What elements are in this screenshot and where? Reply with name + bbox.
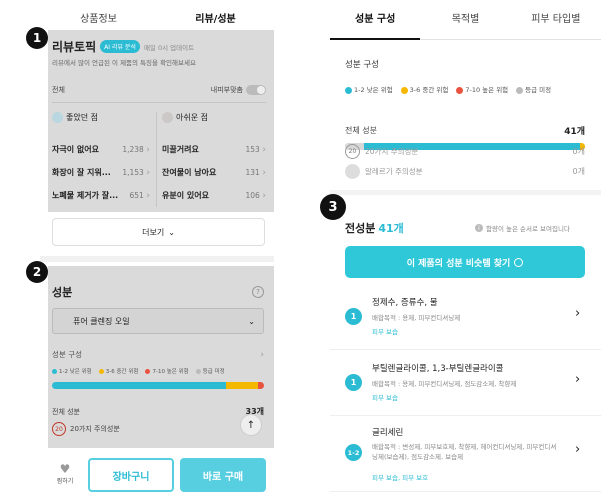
allergy-label: 알레르기 주의성분 — [365, 167, 423, 176]
list-item[interactable]: 1 정제수, 증류수, 물 배합목적 : 용제, 피부컨디셔닝제 피부 보습 › — [330, 284, 601, 350]
heart-icon: ♥ — [59, 462, 71, 476]
review-topic-title: 리뷰토픽 — [52, 40, 97, 54]
grade-badge: 1 — [345, 308, 362, 325]
more-button[interactable]: 더보기 ⌄ — [52, 218, 265, 246]
annotation-badge-3: 3 — [320, 194, 346, 220]
grade-badge: 1-2 — [345, 444, 362, 461]
bad-label: 아쉬운 점 — [176, 113, 208, 122]
good-label: 좋았던 점 — [66, 113, 98, 122]
ingredient-name: 부틸렌글라이콜, 1,3-부틸렌글라이콜 — [372, 364, 504, 374]
right-tab-bar: 성분 구성 목적별 피부 타입별 — [330, 0, 601, 40]
chevron-right-icon: › — [575, 372, 581, 387]
update-note: 매일 0시 업데이트 — [143, 43, 195, 52]
left-composition-bar — [52, 382, 264, 389]
good-item[interactable]: 자극이 없어요 1,238 › — [52, 138, 150, 161]
right-total-count: 41개 — [564, 127, 585, 137]
search-icon — [514, 257, 524, 267]
list-item[interactable]: 1-2 글리세린 배합목적 : 변성제, 피부보호제, 착향제, 헤어컨디셔닝제… — [330, 416, 601, 492]
allergy-icon — [345, 164, 360, 179]
ingredient-purpose: 배합목적 : 변성제, 피부보호제, 착향제, 헤어컨디셔닝제, 피부컨디셔닝제… — [372, 443, 557, 461]
left-panel: 상품정보 리뷰/성분 리뷰토픽 AI 리뷰 분석 매일 0시 업데이트 리뷰에서… — [26, 0, 274, 499]
left-legend: 1-2 낮은 위험 3-6 중간 위험 7-10 높은 위험 등급 미정 — [52, 367, 225, 375]
grade-badge: 1 — [345, 374, 362, 391]
filter-all[interactable]: 전체 — [52, 85, 65, 95]
cart-button[interactable]: 장바구니 — [88, 458, 174, 492]
frown-icon — [162, 112, 173, 123]
wish-button[interactable]: ♥ 찜하기 — [48, 462, 82, 485]
chevron-right-icon: › — [575, 306, 581, 321]
chevron-down-icon: ⌄ — [248, 316, 255, 326]
right-total-label: 전체 성분 — [345, 126, 377, 135]
help-icon[interactable]: ? — [252, 286, 264, 298]
ingredient-list: 1 정제수, 증류수, 물 배합목적 : 용제, 피부컨디셔닝제 피부 보습 ›… — [330, 284, 601, 492]
right-panel: 성분 구성 목적별 피부 타입별 성분 구성 1-2 낮은 위험 3-6 중간 … — [320, 0, 601, 499]
info-icon: i — [475, 224, 483, 232]
left-total-label: 전체 성분 — [52, 407, 80, 416]
sort-note: 함량이 높은 순서로 보여집니다 — [486, 225, 570, 233]
bad-item[interactable]: 유분이 있어요 106 › — [162, 184, 266, 207]
chevron-right-icon: › — [575, 442, 581, 457]
buy-now-button[interactable]: 바로 구매 — [180, 458, 266, 492]
tab-by-skin-type[interactable]: 피부 타입별 — [511, 0, 601, 40]
find-similar-button[interactable]: 이 제품의 성분 비슷템 찾기 — [345, 246, 585, 278]
good-item[interactable]: 노폐물 제거가 잘... 651 › — [52, 184, 150, 207]
ingredient-tags: 피부 보습 — [372, 328, 398, 336]
bad-item[interactable]: 잔여물이 남아요 131 › — [162, 161, 266, 184]
ingredient-tags: 피부 보습, 피부 보호 — [372, 474, 429, 482]
tab-composition[interactable]: 성분 구성 — [330, 0, 421, 40]
ingredient-purpose: 배합목적 : 용제, 피부컨디셔닝제, 점도감소제, 착향제 — [372, 380, 517, 388]
bad-item[interactable]: 미끌거려요 153 › — [162, 138, 266, 161]
full-ingredients-count: 41개 — [378, 222, 404, 235]
review-topic-section: 리뷰토픽 AI 리뷰 분석 매일 0시 업데이트 리뷰에서 많이 언급된 이 제… — [48, 30, 274, 212]
left-caution-label: 20가지 주의성분 — [70, 425, 120, 433]
scroll-top-button[interactable]: ↑ — [240, 414, 262, 436]
right-caution-count: 0개 — [572, 147, 585, 156]
chevron-down-icon: ⌄ — [168, 227, 175, 237]
ingredient-purpose: 배합목적 : 용제, 피부컨디셔닝제 — [372, 314, 461, 322]
list-item[interactable]: 1 부틸렌글라이콜, 1,3-부틸렌글라이콜 배합목적 : 용제, 피부컨디셔닝… — [330, 350, 601, 416]
ingredients-section: 성분 ? 퓨어 클렌징 오일 ⌄ 성분 구성 › 1-2 낮은 위험 3-6 중간… — [48, 266, 274, 448]
review-topic-subtitle: 리뷰에서 많이 언급된 이 제품의 특징을 확인해보세요 — [52, 59, 196, 67]
right-caution-label: 20가지 주의성분 — [365, 147, 419, 156]
composition-label: 성분 구성 — [52, 350, 82, 359]
annotation-badge-1: 1 — [26, 27, 48, 49]
bottom-action-bar: ♥ 찜하기 장바구니 바로 구매 — [40, 450, 274, 499]
skin-match-toggle[interactable] — [246, 85, 266, 95]
caution-20-icon: 20 — [345, 144, 360, 159]
chevron-right-icon[interactable]: › — [260, 350, 264, 360]
tab-by-purpose[interactable]: 목적별 — [420, 0, 510, 40]
ingredient-name: 글리세린 — [372, 428, 404, 438]
smile-icon — [52, 112, 63, 123]
allergy-count: 0개 — [572, 167, 585, 176]
right-legend: 1-2 낮은 위험 3-6 중간 위험 7-10 높은 위험 등급 미정 — [345, 84, 551, 94]
good-item[interactable]: 화장이 잘 지워... 1,153 › — [52, 161, 150, 184]
composition-title: 성분 구성 — [345, 60, 379, 70]
ai-tag: AI 리뷰 분석 — [100, 40, 140, 53]
full-ingredients-title: 전성분 — [345, 222, 376, 235]
ingredient-tags: 피부 보습 — [372, 394, 398, 402]
ingredient-name: 정제수, 증류수, 물 — [372, 298, 438, 308]
annotation-badge-2: 2 — [26, 261, 48, 283]
caution-20-icon: 20 — [52, 422, 66, 436]
skin-match-label: 내피부맞춤 — [210, 86, 243, 94]
product-select[interactable]: 퓨어 클렌징 오일 ⌄ — [52, 308, 264, 334]
ingredients-title: 성분 — [52, 286, 73, 299]
